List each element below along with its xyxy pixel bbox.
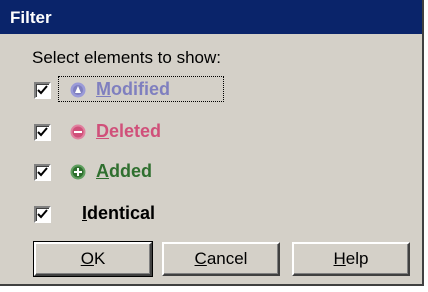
filter-dialog: Filter Select elements to show: Modified… [0,0,424,286]
added-checkbox[interactable] [34,164,51,181]
checkmark-icon [37,85,48,95]
checkmark-icon [37,167,48,177]
deleted-label: Deleted [96,121,162,141]
modified-label: Modified [96,79,170,99]
checkmark-icon [37,209,48,219]
identical-checkbox[interactable] [34,206,51,223]
instruction-label: Select elements to show: [32,48,221,67]
deleted-icon [70,124,86,140]
checkmark-icon [37,127,48,137]
help-button[interactable]: Help [292,242,410,276]
added-icon [70,164,86,180]
modified-icon [70,82,86,98]
ok-button[interactable]: OK [33,241,153,277]
title-bar[interactable]: Filter [0,0,422,34]
cancel-button[interactable]: Cancel [162,242,280,276]
deleted-checkbox[interactable] [34,124,51,141]
dialog-title: Filter [10,8,52,27]
identical-label: Identical [82,203,156,223]
modified-checkbox[interactable] [34,82,51,99]
added-label: Added [96,161,152,181]
